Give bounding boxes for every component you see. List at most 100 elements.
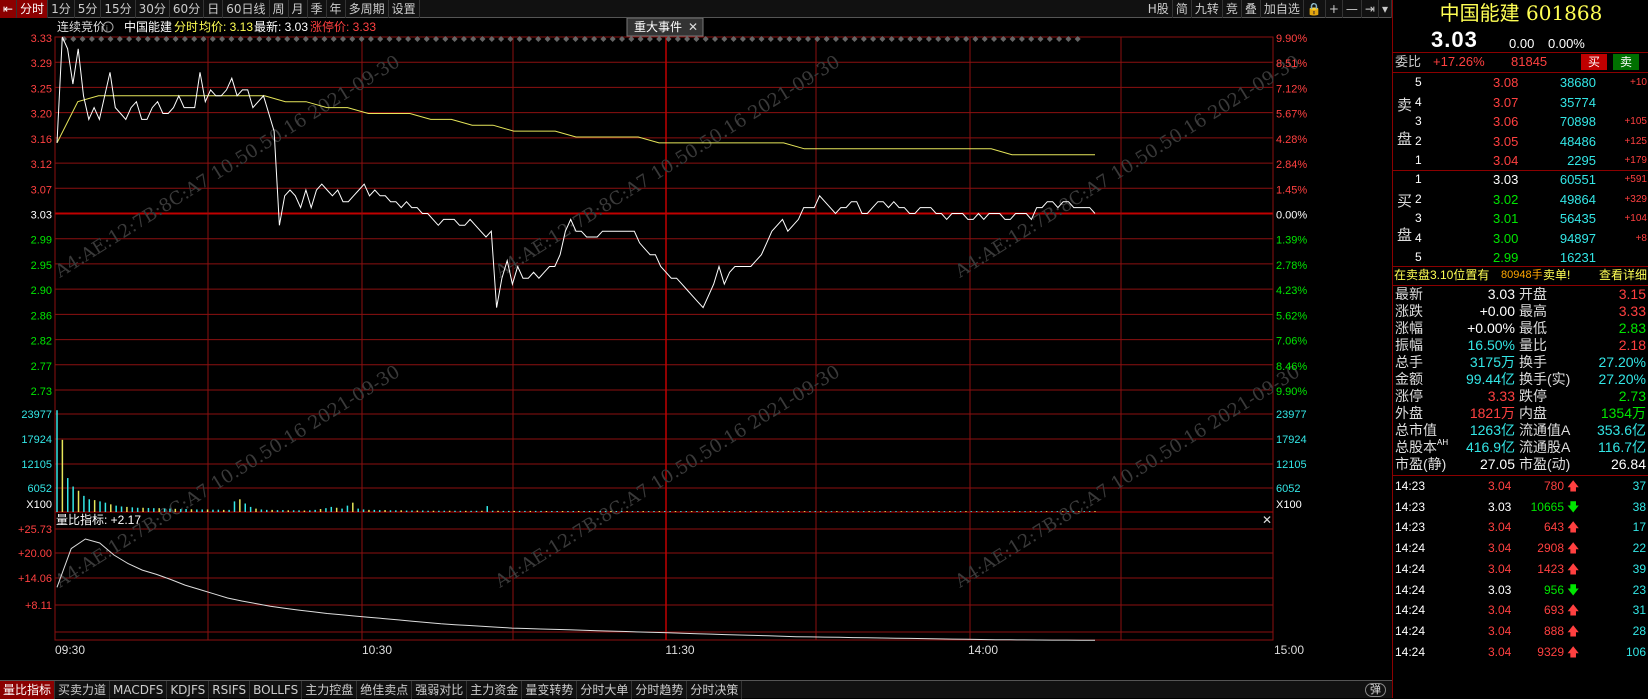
trade-time: 14:24 [1395, 541, 1426, 556]
bid-delta: +8 [1635, 232, 1647, 244]
stat-value: 26.84 [1610, 456, 1646, 472]
close-icon[interactable]: ✕ [1262, 513, 1272, 527]
indicator-tab-5[interactable]: BOLLFS [250, 680, 303, 699]
ask-delta: +125 [1624, 135, 1647, 147]
indicator-tab-11[interactable]: 分时大单 [577, 680, 633, 699]
bid-row: 1 3.03 60551 +591 [1393, 170, 1648, 189]
toolbar-right-item-0[interactable]: H股 [1145, 0, 1173, 18]
toolbar-right-item-3[interactable]: 竞 [1223, 0, 1242, 18]
price-tick: 2.90 [31, 285, 52, 297]
trade-volume: 956 [1543, 582, 1564, 597]
toolbar-right-item-2[interactable]: 九转 [1192, 0, 1223, 18]
period-tab-13[interactable]: 设置 [389, 0, 420, 18]
indicator-tab-6[interactable]: 主力控盘 [302, 680, 358, 699]
period-tab-10[interactable]: 季 [308, 0, 327, 18]
stat-value: 27.20% [1598, 371, 1646, 387]
close-icon[interactable]: ✕ [688, 20, 698, 34]
pct-tick: 2.78% [1276, 260, 1307, 272]
info-icon-glyph: i [106, 24, 108, 33]
toolbar-right-item-5[interactable]: 加自选 [1261, 0, 1304, 18]
period-tab-8[interactable]: 周 [270, 0, 289, 18]
price-tick: 3.12 [31, 159, 52, 171]
price-tick: 3.20 [31, 109, 52, 121]
buy-button[interactable]: 买 [1581, 54, 1607, 70]
trade-price: 3.04 [1488, 479, 1512, 493]
stat-value: 1263亿 [1469, 422, 1515, 438]
trade-time: 14:24 [1395, 582, 1426, 597]
notice-text: 在卖盘3.10位置有 [1394, 268, 1490, 282]
intraday-chart[interactable]: A4:AE:12:7B:8C:A7 10.50.50.16 2021-09-30… [0, 18, 1392, 680]
indicator-tab-7[interactable]: 绝佳卖点 [357, 680, 413, 699]
volume-unit: X100 [1276, 499, 1302, 511]
indicator-tab-1[interactable]: 买卖力道 [55, 680, 111, 699]
indicator-tab-10[interactable]: 量变转势 [522, 680, 578, 699]
stat-value: 1354万 [1600, 405, 1646, 421]
period-tab-1[interactable]: 1分 [48, 0, 75, 18]
watermark-text-2: A4:AE:12:7B:8C:A7 10.50.50.16 2021-09-30 [951, 51, 1304, 282]
period-tab-0[interactable]: 分时 [17, 0, 49, 18]
avg-price-line [56, 95, 1095, 156]
indicator-tab-12[interactable]: 分时趋势 [632, 680, 688, 699]
time-tick: 09:30 [55, 643, 85, 657]
ask-delta: +105 [1624, 116, 1647, 127]
indicator-tab-9[interactable]: 主力资金 [467, 680, 523, 699]
ask-level: 2 [1415, 133, 1422, 148]
price-tick: 3.29 [31, 58, 52, 70]
event-button[interactable]: 重大事件 ✕ [626, 18, 704, 37]
stat-value: 3.15 [1618, 286, 1646, 302]
indicator-tab-4[interactable]: RSIFS [209, 680, 251, 699]
bid-price: 2.99 [1493, 250, 1519, 265]
period-tab-6[interactable]: 日 [204, 0, 224, 18]
period-tab-5[interactable]: 60分 [170, 0, 205, 18]
price-axis: 3.33 9.90% 3.29 8.51% 3.25 7.12% 3.20 5.67% 3.16… [18, 33, 1307, 657]
period-toolbar: ⇤ 分时 1分 5分 15分 30分 60分日 60日线周月季年多周期 设置 H股简九转竞叠加自选… [0, 0, 1392, 18]
indicator-tab-0[interactable]: 量比指标 [0, 680, 56, 699]
detail-link[interactable]: 查看详细 [1599, 266, 1647, 285]
bid-level: 1 [1415, 172, 1422, 186]
indicator-tab-13[interactable]: 分时决策 [687, 680, 743, 699]
toolbar-right-item-10[interactable]: ▾ [1379, 0, 1392, 18]
ask-volume: 35774 [1559, 94, 1596, 110]
sell-button[interactable]: 卖 [1613, 54, 1639, 70]
period-tab-12[interactable]: 多周期 [346, 0, 389, 18]
toolbar-right-item-8[interactable]: — [1343, 0, 1362, 18]
period-tab-3[interactable]: 15分 [101, 0, 136, 18]
volume-tick: 23977 [21, 409, 52, 421]
toolbar-right-item-7[interactable]: + [1326, 0, 1343, 18]
bid-row: 5 2.99 16231 [1393, 248, 1648, 267]
toolbar-right-item-1[interactable]: 简 [1173, 0, 1192, 18]
bid-price: 3.03 [1493, 172, 1519, 187]
stat-label: 换手 [1519, 354, 1547, 370]
toolbar-right-item-4[interactable]: 叠 [1242, 0, 1261, 18]
trade-row: 14:24 3.04 693 🡅 31 [1393, 601, 1648, 620]
period-tab-7[interactable]: 60日线 [223, 0, 270, 18]
toolbar-right-item-6[interactable]: 🔒 [1304, 0, 1326, 18]
bid-volume: 94897 [1559, 230, 1596, 246]
arrow-up-icon: 🡅 [1567, 520, 1580, 535]
indicator-tab-8[interactable]: 强弱对比 [412, 680, 468, 699]
timeshare-icon[interactable]: ⇤ [0, 0, 18, 18]
period-tab-4[interactable]: 30分 [136, 0, 170, 18]
trade-time: 14:23 [1395, 520, 1426, 535]
arrow-down-icon: 🡇 [1567, 582, 1580, 597]
popup-toggle[interactable]: 弹 [1365, 683, 1386, 697]
bid-delta: +329 [1624, 193, 1647, 205]
price-tick: 2.82 [31, 336, 52, 348]
stat-label: 换手(实) [1519, 371, 1571, 387]
toolbar-right-item-9[interactable]: ⇥ [1362, 0, 1379, 18]
ask-row: 5 3.08 38680 +10 [1393, 73, 1648, 92]
period-tab-2[interactable]: 5分 [75, 0, 102, 18]
period-tab-11[interactable]: 年 [327, 0, 346, 18]
stat-value: 116.7亿 [1598, 439, 1646, 455]
pct-tick: 7.12% [1276, 83, 1307, 95]
pct-tick: 9.90% [1276, 33, 1307, 45]
indicator-tab-3[interactable]: KDJFS [167, 680, 210, 699]
period-tab-9[interactable]: 月 [289, 0, 308, 18]
watermark-text-1: A4:AE:12:7B:8C:A7 10.50.50.16 2021-09-30 [491, 51, 844, 282]
ask-price: 3.05 [1493, 133, 1519, 149]
trade-volume: 693 [1543, 603, 1564, 618]
bid-level: 5 [1415, 250, 1422, 264]
indicator-tab-2[interactable]: MACDFS [110, 680, 168, 699]
price-tick: 3.16 [31, 134, 52, 146]
weibi-diff: 81845 [1511, 54, 1548, 69]
